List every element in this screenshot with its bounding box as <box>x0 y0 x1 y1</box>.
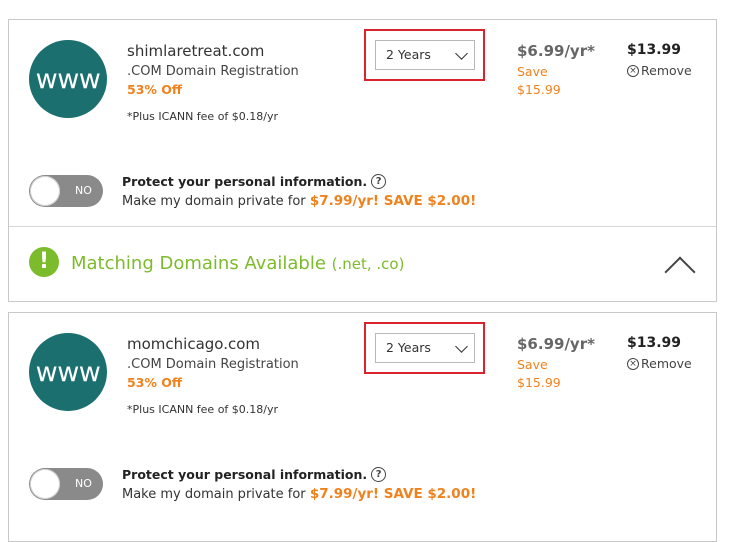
product-name: .COM Domain Registration <box>127 64 299 79</box>
icann-fee-note: *Plus ICANN fee of $0.18/yr <box>127 403 279 416</box>
privacy-offer-price: $7.99/yr! SAVE $2.00! <box>309 193 477 209</box>
privacy-prefix: Make my domain private for <box>122 487 306 502</box>
matching-extensions: (.net, .co) <box>331 255 405 273</box>
privacy-offer-price: $7.99/yr! SAVE $2.00! <box>309 486 477 502</box>
privacy-prefix: Make my domain private for <box>122 194 306 209</box>
chevron-down-icon <box>455 47 468 60</box>
matching-domains-title: Matching Domains Available (.net, .co) <box>71 253 404 274</box>
help-icon[interactable]: ? <box>371 174 387 189</box>
term-select-highlight: 2 Years <box>364 29 485 81</box>
save-label: Save <box>517 357 548 372</box>
remove-button[interactable]: × Remove <box>627 63 692 78</box>
term-select-highlight: 2 Years <box>364 322 485 374</box>
original-price: $15.99 <box>517 375 561 390</box>
total-price: $13.99 <box>627 335 682 351</box>
product-name: .COM Domain Registration <box>127 357 299 372</box>
term-select[interactable]: 2 Years <box>375 40 475 70</box>
domain-card: www shimlaretreat.com .COM Domain Regist… <box>8 19 717 302</box>
price-per-year: $6.99/yr* <box>517 42 595 60</box>
price-per-year: $6.99/yr* <box>517 335 595 353</box>
term-select[interactable]: 2 Years <box>375 333 475 363</box>
exclamation-icon: ! <box>29 247 59 277</box>
privacy-toggle[interactable]: NO <box>29 468 103 500</box>
privacy-title-text: Protect your personal information. <box>122 467 368 482</box>
privacy-offer-line: Make my domain private for $7.99/yr! SAV… <box>122 486 476 502</box>
privacy-title: Protect your personal information. ? <box>122 467 387 482</box>
close-circle-icon: × <box>627 64 639 77</box>
matching-domains-row[interactable]: ! Matching Domains Available (.net, .co) <box>9 227 716 302</box>
toggle-knob <box>30 176 60 206</box>
remove-label: Remove <box>641 356 692 371</box>
close-circle-icon: × <box>627 357 639 370</box>
domain-name: shimlaretreat.com <box>127 42 265 60</box>
save-label: Save <box>517 64 548 79</box>
chevron-up-icon[interactable] <box>664 256 696 288</box>
discount-label: 53% Off <box>127 375 183 390</box>
icann-fee-note: *Plus ICANN fee of $0.18/yr <box>127 110 279 123</box>
original-price: $15.99 <box>517 82 561 97</box>
www-logo-icon: www <box>29 333 107 411</box>
domain-name: momchicago.com <box>127 335 261 353</box>
remove-label: Remove <box>641 63 692 78</box>
chevron-down-icon <box>455 340 468 353</box>
domain-card: www momchicago.com .COM Domain Registrat… <box>8 312 717 542</box>
toggle-knob <box>30 469 60 499</box>
toggle-state-label: NO <box>75 477 92 490</box>
discount-label: 53% Off <box>127 82 183 97</box>
privacy-title: Protect your personal information. ? <box>122 174 387 189</box>
www-logo-icon: www <box>29 40 107 118</box>
privacy-title-text: Protect your personal information. <box>122 174 368 189</box>
term-select-value: 2 Years <box>386 340 431 355</box>
matching-title-text: Matching Domains Available <box>71 253 326 274</box>
privacy-toggle[interactable]: NO <box>29 175 103 207</box>
privacy-offer-line: Make my domain private for $7.99/yr! SAV… <box>122 193 476 209</box>
remove-button[interactable]: × Remove <box>627 356 692 371</box>
total-price: $13.99 <box>627 42 682 58</box>
term-select-value: 2 Years <box>386 47 431 62</box>
toggle-state-label: NO <box>75 184 92 197</box>
help-icon[interactable]: ? <box>371 467 387 482</box>
